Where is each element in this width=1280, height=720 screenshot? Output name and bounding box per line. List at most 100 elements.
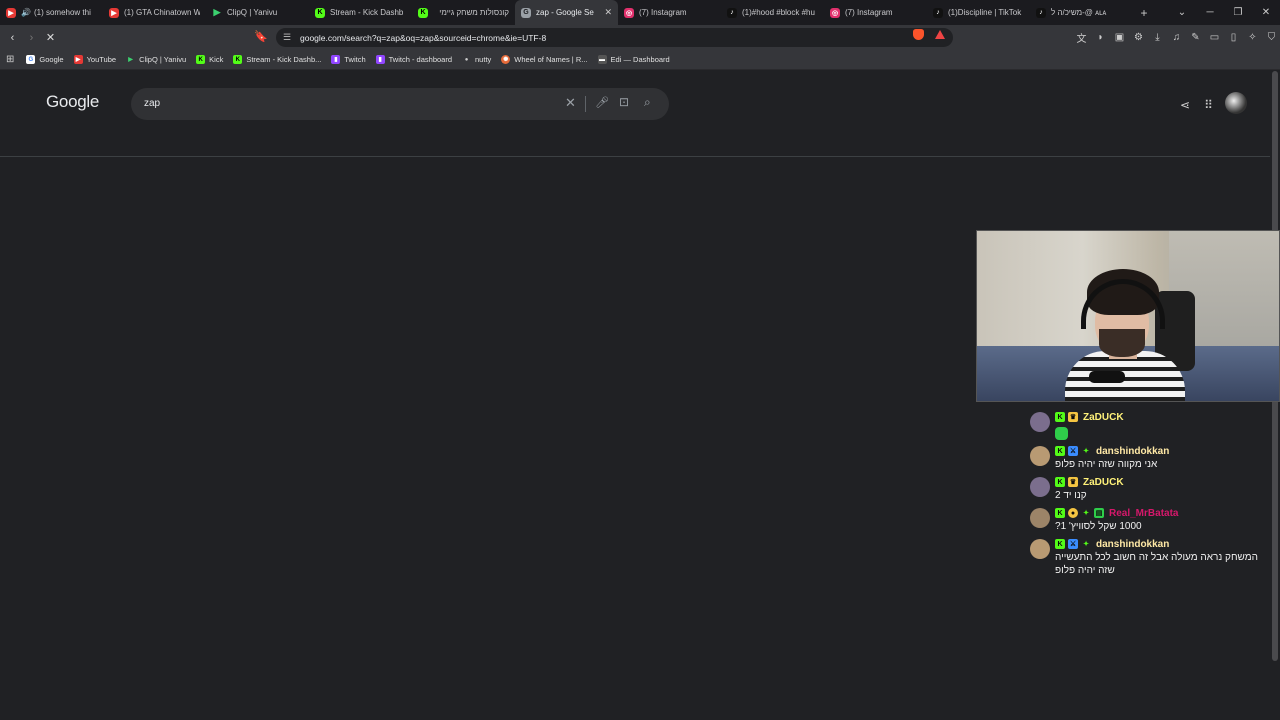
tab-5-active[interactable]: G zap - Google Se ✕ bbox=[515, 0, 618, 25]
extension-icon[interactable]: ◗ bbox=[1091, 32, 1110, 43]
tab-2[interactable]: ▶ ClipQ | Yanivu bbox=[206, 0, 309, 25]
chat-avatar bbox=[1030, 477, 1050, 497]
brave-shields-icon[interactable] bbox=[913, 29, 924, 40]
bookmark-label: Wheel of Names | R... bbox=[514, 55, 588, 64]
play-icon: ▶ bbox=[128, 57, 133, 63]
forward-button[interactable]: › bbox=[22, 32, 41, 44]
tab-8[interactable]: ◎ (7) Instagram bbox=[824, 0, 927, 25]
url-text[interactable]: google.com/search?q=zap&oq=zap&sourceid=… bbox=[300, 33, 546, 43]
clear-search-icon[interactable]: ✕ bbox=[565, 95, 576, 111]
back-button[interactable]: ‹ bbox=[3, 32, 22, 44]
tab-0[interactable]: ▶ 🔊 (1) somehow thi bbox=[0, 0, 103, 25]
twitch-icon: ▮ bbox=[331, 55, 341, 64]
chat-message: K ⚔ ✦ danshindokkan אני מקווה שזה יהיה פ… bbox=[1030, 444, 1270, 471]
translate-icon[interactable]: 文 bbox=[1072, 30, 1091, 45]
tab-3[interactable]: K Stream - Kick Dashb bbox=[309, 0, 412, 25]
close-window-icon[interactable]: ✕ bbox=[1252, 7, 1280, 18]
extensions-puzzle-icon[interactable]: ⚙ bbox=[1129, 32, 1148, 43]
tab-10[interactable]: ♪ משיכ/ה ל-@ ᴀʟᴀ bbox=[1030, 0, 1133, 25]
tab-search-chevron-icon[interactable]: ⌄ bbox=[1168, 7, 1196, 18]
bookmark-twitch[interactable]: ▮ Twitch bbox=[331, 55, 366, 64]
bookmark-label: Stream - Kick Dashb... bbox=[246, 55, 322, 64]
header-actions: ⋖ ⠿ bbox=[1180, 92, 1247, 114]
bookmark-nutty[interactable]: ● nutty bbox=[462, 55, 492, 64]
gift-badge-icon: ▤ bbox=[1094, 508, 1104, 518]
chat-username: ZaDUCK bbox=[1083, 411, 1124, 423]
tab-title: zap - Google Se bbox=[536, 8, 594, 17]
leo-ai-icon[interactable]: ✧ bbox=[1243, 32, 1262, 43]
header-divider bbox=[0, 156, 1270, 157]
minimize-icon[interactable]: ─ bbox=[1196, 7, 1224, 18]
tiktok-favicon-icon: ♪ bbox=[1036, 7, 1046, 18]
close-tab-icon[interactable]: ✕ bbox=[604, 7, 612, 18]
tab-6[interactable]: ◎ (7) Instagram bbox=[618, 0, 721, 25]
search-icon[interactable]: ⌕ bbox=[644, 95, 651, 110]
stop-loading-button[interactable]: ✕ bbox=[41, 31, 60, 44]
chat-avatar bbox=[1030, 412, 1050, 432]
brave-rewards-icon[interactable] bbox=[935, 30, 945, 39]
restore-icon[interactable]: ❐ bbox=[1224, 7, 1252, 18]
share-icon[interactable]: ⋖ bbox=[1180, 98, 1190, 112]
tab-7[interactable]: ♪ (1)#hood #block #hu bbox=[721, 0, 824, 25]
tab-title: קונסולות משחק גיימי bbox=[439, 8, 509, 17]
chat-username: danshindokkan bbox=[1096, 445, 1170, 457]
bookmark-this-page-icon[interactable]: 🔖 bbox=[254, 30, 268, 43]
search-box[interactable]: zap ✕ 🎤︎ ⊡ ⌕ bbox=[131, 88, 669, 120]
chat-username: Real_MrBatata bbox=[1109, 507, 1179, 519]
edit-icon[interactable]: ✎ bbox=[1186, 32, 1205, 43]
bookmark-kick[interactable]: K Kick bbox=[196, 55, 223, 64]
crown-badge-icon: ♛ bbox=[1068, 412, 1078, 422]
bookmark-label: YouTube bbox=[86, 55, 117, 64]
sidebar-icon[interactable]: ▯ bbox=[1224, 32, 1243, 43]
youtube-icon: ▶ bbox=[73, 55, 83, 64]
google-icon: G bbox=[26, 55, 36, 64]
tab-9[interactable]: ♪ (1)Discipline | TikTok bbox=[927, 0, 1030, 25]
account-avatar[interactable] bbox=[1224, 92, 1247, 114]
download-icon[interactable]: ⤓ bbox=[1148, 32, 1167, 43]
wallet-icon[interactable]: ▭ bbox=[1205, 32, 1224, 43]
search-input[interactable]: zap bbox=[144, 98, 160, 109]
youtube-favicon-icon: ▶ bbox=[109, 7, 119, 18]
webcam-beard bbox=[1099, 329, 1145, 357]
google-apps-icon[interactable]: ⠿ bbox=[1204, 98, 1213, 112]
kick-badge-icon: K bbox=[1055, 412, 1065, 422]
voice-search-icon[interactable]: 🎤︎ bbox=[595, 96, 609, 109]
tab-title: (1)Discipline | TikTok bbox=[948, 8, 1022, 17]
bookmark-label: Edi — Dashboard bbox=[610, 55, 670, 64]
bookmark-edi-dashboard[interactable]: ▬ Edi — Dashboard bbox=[597, 55, 670, 64]
tab-1[interactable]: ▶ (1) GTA Chinatown W bbox=[103, 0, 206, 25]
google-logo[interactable]: Google bbox=[46, 92, 99, 112]
kick-icon: K bbox=[196, 55, 206, 64]
bookmark-twitch-dashboard[interactable]: ▮ Twitch - dashboard bbox=[375, 55, 453, 64]
chat-message: K ● ✦ ▤ Real_MrBatata 1000 שקל לסוויץ' 1… bbox=[1030, 506, 1270, 533]
browser-toolbar: ‹ › ✕ 🔖 ☰ google.com/search?q=zap&oq=zap… bbox=[0, 25, 1280, 50]
bookmark-label: nutty bbox=[475, 55, 492, 64]
apps-grid-icon[interactable]: ⊞ bbox=[6, 54, 14, 65]
kick-icon: K bbox=[233, 55, 243, 64]
chat-message: K ⚔ ✦ danshindokkan המשחק נראה מעולה אבל… bbox=[1030, 537, 1270, 577]
bookmark-google[interactable]: G Google bbox=[26, 55, 64, 64]
speaker-icon[interactable]: 🔊 bbox=[21, 8, 31, 17]
extension-icon[interactable]: ▣ bbox=[1110, 32, 1129, 43]
tab-4[interactable]: K קונסולות משחק גיימי bbox=[412, 0, 515, 25]
tab-title: משיכ/ה ל-@ ᴀʟᴀ bbox=[1051, 8, 1107, 17]
bookmark-wheel-of-names[interactable]: ✺ Wheel of Names | R... bbox=[501, 55, 588, 64]
toolbar-icons: 文 ◗ ▣ ⚙ ⤓ ♫ ✎ ▭ ▯ ✧ ⛉ ≡ bbox=[1072, 25, 1280, 50]
google-lens-icon[interactable]: ⊡ bbox=[619, 95, 629, 109]
bookmark-kick-dashboard[interactable]: K Stream - Kick Dashb... bbox=[233, 55, 321, 64]
stream-chat-overlay: K ♛ ZaDUCK K ⚔ ✦ danshindokkan אני מקווה… bbox=[1030, 410, 1270, 581]
bookmark-youtube[interactable]: ▶ YouTube bbox=[73, 55, 117, 64]
vpn-shield-icon[interactable]: ⛉ bbox=[1262, 32, 1280, 43]
bookmark-clipq[interactable]: ▶ ClipQ | Yanivu bbox=[126, 55, 186, 64]
address-bar[interactable]: ☰ google.com/search?q=zap&oq=zap&sourcei… bbox=[276, 28, 953, 47]
tiktok-favicon-icon: ♪ bbox=[933, 7, 943, 18]
new-tab-button[interactable]: + bbox=[1133, 6, 1155, 20]
webcam-overlay bbox=[976, 230, 1280, 402]
tab-title: (7) Instagram bbox=[845, 8, 893, 17]
media-icon[interactable]: ♫ bbox=[1167, 32, 1186, 43]
bookmark-label: Twitch bbox=[344, 55, 366, 64]
chat-avatar bbox=[1030, 508, 1050, 528]
site-info-icon[interactable]: ☰ bbox=[280, 32, 294, 43]
bookmark-label: Twitch - dashboard bbox=[388, 55, 453, 64]
tiktok-favicon-icon: ♪ bbox=[727, 7, 737, 18]
